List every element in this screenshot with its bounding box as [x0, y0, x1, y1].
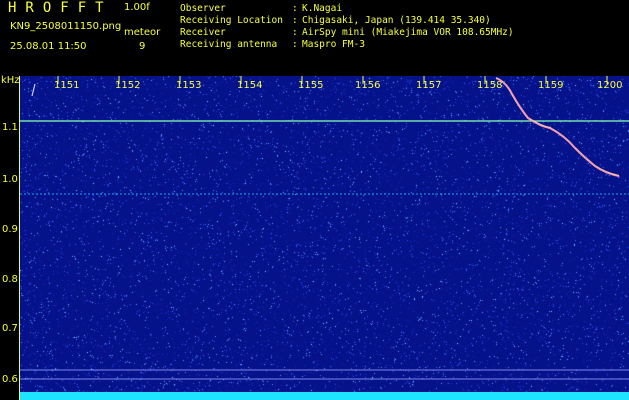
header-panel: HROFFT 1.00f KN9_2508011150.png meteor 9…: [0, 0, 629, 75]
info-colon: :: [292, 27, 298, 38]
signal-strength-bar: [20, 392, 629, 400]
file-name: KN9_2508011150.png: [10, 21, 122, 32]
y-axis-unit: kHz: [1, 75, 20, 86]
x-tick-label: 1156: [355, 80, 381, 91]
y-tick-label: 1.0: [2, 174, 18, 185]
y-axis-line: [19, 76, 20, 400]
left-edge-trace: [31, 83, 36, 97]
info-row-location: Receiving Location: Chigasaki, Japan (139…: [180, 15, 491, 27]
x-tick-label: 1151: [54, 80, 80, 91]
info-colon: :: [292, 3, 298, 14]
info-value: Chigasaki, Japan (139.414 35.340): [302, 15, 491, 26]
info-row-receiver: Receiver: AirSpy mini (Miakejima VOR 108.…: [180, 27, 514, 39]
x-tick-label: 1158: [477, 80, 503, 91]
info-key: Receiver: [180, 27, 226, 38]
info-value: K.Nagai: [302, 3, 343, 14]
y-tick-label: 1.1: [2, 122, 18, 133]
spectrogram-overlay: [20, 76, 629, 380]
doppler-trace: [495, 77, 620, 177]
y-tick-label: 0.9: [2, 224, 18, 235]
info-key: Observer: [180, 3, 226, 14]
app-title: HROFFT: [8, 0, 113, 16]
y-tick-label: 0.8: [2, 274, 18, 285]
info-colon: :: [292, 39, 298, 50]
y-tick-label: 0.6: [2, 374, 18, 385]
x-tick-label: 1155: [298, 80, 324, 91]
meteor-count: 9: [139, 41, 146, 52]
info-value: Maspro FM-3: [302, 39, 365, 50]
x-tick-label: 1157: [416, 80, 442, 91]
meteor-label: meteor: [124, 27, 161, 38]
x-tick-label: 1154: [237, 80, 263, 91]
version-label: 1.00f: [124, 2, 150, 13]
x-tick-label: 1159: [538, 80, 564, 91]
timestamp: 25.08.01 11:50: [10, 41, 87, 52]
info-key: Receiving Location: [180, 15, 283, 26]
info-colon: :: [292, 15, 298, 26]
x-tick-label: 1152: [115, 80, 141, 91]
info-key: Receiving antenna: [180, 39, 278, 50]
info-value: AirSpy mini (Miakejima VOR 108.65MHz): [302, 27, 514, 38]
info-row-observer: Observer: K.Nagai: [180, 3, 342, 15]
x-tick-label: 1153: [176, 80, 202, 91]
x-tick-label: 1200: [597, 80, 623, 91]
doppler-trace-glow: [496, 78, 621, 178]
info-row-antenna: Receiving antenna: Maspro FM-3: [180, 39, 365, 51]
y-tick-label: 0.7: [2, 323, 18, 334]
